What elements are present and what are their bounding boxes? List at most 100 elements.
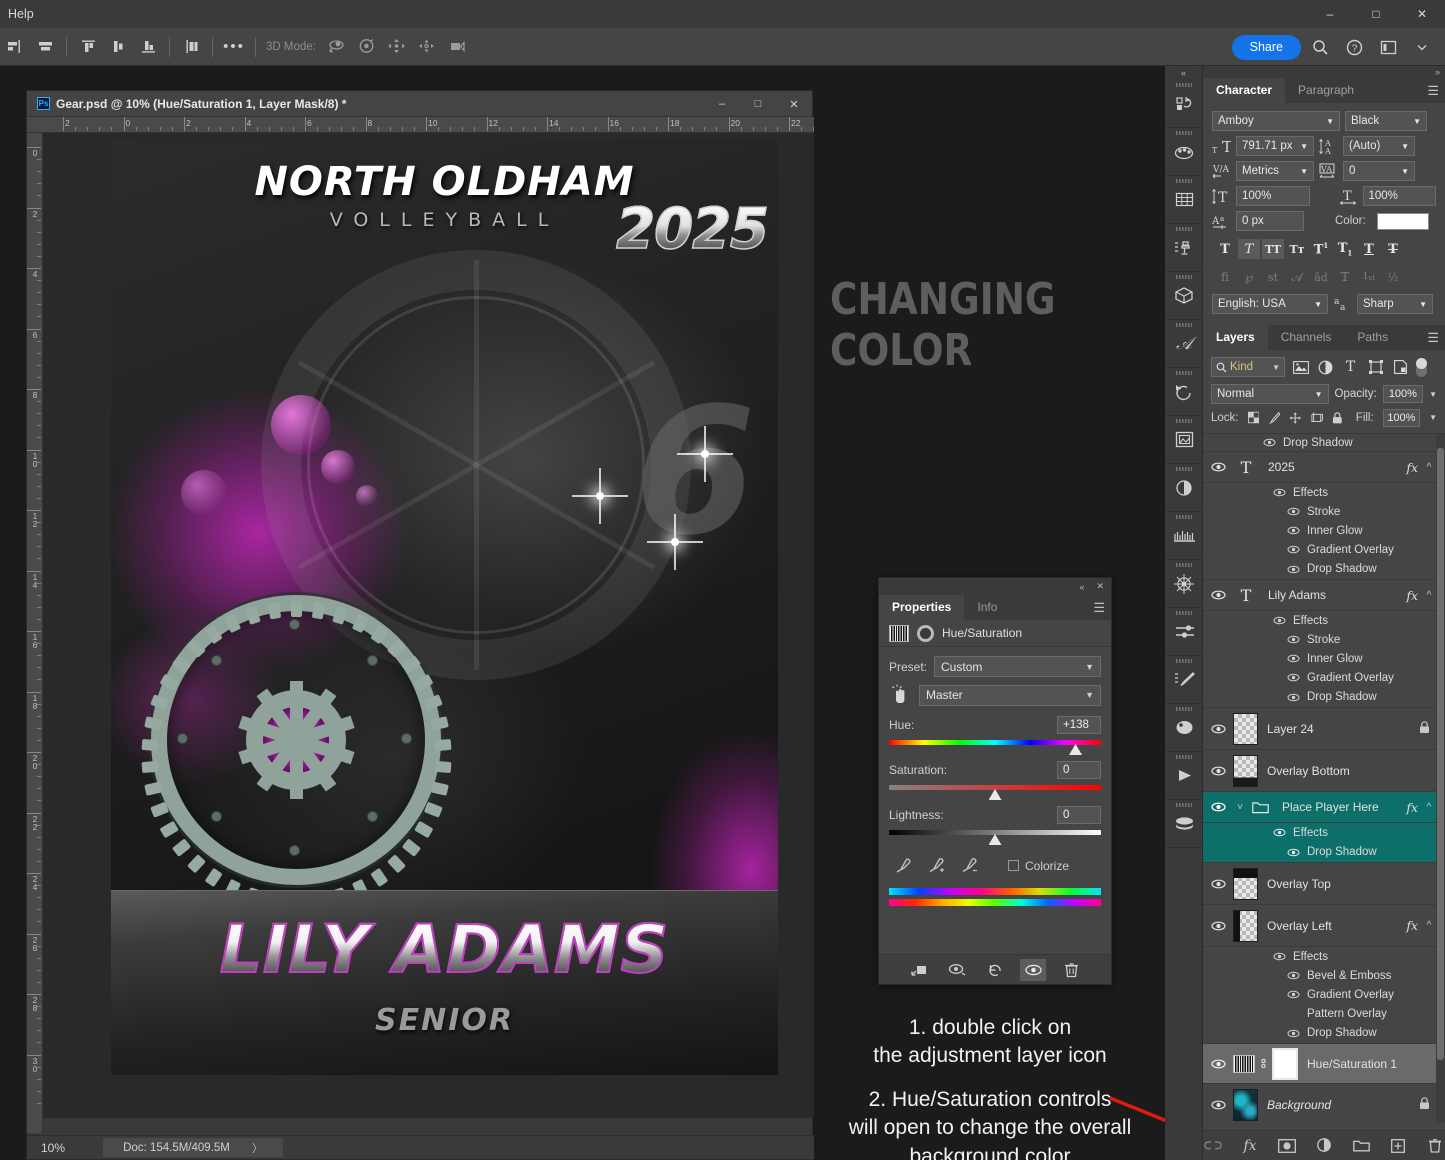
visibility-icon[interactable] [1287, 673, 1300, 682]
scrollbar-thumb[interactable] [1437, 448, 1444, 1060]
close-icon[interactable]: ✕ [1399, 0, 1445, 28]
layer-row-lily-adams[interactable]: T Lily Adams fx ^ [1203, 580, 1445, 611]
font-size-input[interactable]: 791.71 px ▼ [1236, 136, 1314, 156]
orbit-3d-icon[interactable] [322, 34, 352, 60]
swash-button[interactable]: 𝒜 [1286, 267, 1308, 287]
align-bottom-edges-icon[interactable] [133, 34, 163, 60]
visibility-icon[interactable] [1287, 693, 1300, 702]
clone-source-icon[interactable] [1165, 224, 1203, 272]
panel-menu-icon[interactable]: ☰ [1427, 331, 1439, 344]
brush-settings-icon[interactable] [1165, 656, 1203, 704]
chevron-down-icon[interactable]: ˅ [1233, 802, 1247, 813]
visibility-icon[interactable] [1203, 1100, 1233, 1110]
color-icon[interactable] [1165, 704, 1203, 752]
leading-input[interactable]: (Auto) ▼ [1343, 136, 1415, 156]
history-icon[interactable] [1165, 368, 1203, 416]
canvas-area[interactable]: 6 2 2 6 6 4 2 1 50 50 50 [43, 133, 814, 1118]
saturation-slider-knob[interactable] [988, 789, 1002, 800]
tab-paths[interactable]: Paths [1344, 325, 1401, 350]
add-layer-mask-icon[interactable] [1277, 1136, 1297, 1156]
tab-layers[interactable]: Layers [1203, 325, 1268, 350]
layer-name[interactable]: Layer 24 [1267, 722, 1412, 736]
preset-select[interactable]: Custom ▼ [934, 656, 1101, 677]
layer-name[interactable]: Overlay Left [1267, 919, 1406, 933]
saturation-value[interactable]: 0 [1057, 761, 1101, 779]
visibility-icon[interactable] [1263, 438, 1276, 447]
effect-row-gradient-overlay[interactable]: Gradient Overlay [1203, 540, 1445, 559]
oldstyle-button[interactable]: ād [1310, 267, 1332, 287]
visibility-icon[interactable] [1287, 545, 1300, 554]
layer-effect-row[interactable]: Drop Shadow [1203, 434, 1445, 452]
chevron-up-icon[interactable]: ^ [1422, 802, 1436, 813]
filter-shape-icon[interactable] [1366, 358, 1385, 376]
effect-row-pattern-overlay[interactable]: Pattern Overlay [1203, 1004, 1445, 1023]
filter-enable-toggle[interactable] [1416, 357, 1427, 377]
baseline-shift-input[interactable]: 0 px [1236, 211, 1304, 231]
blend-mode-select[interactable]: Normal ▼ [1211, 384, 1329, 404]
strikethrough-button[interactable]: T [1382, 239, 1404, 259]
align-vertical-centers-icon[interactable] [103, 34, 133, 60]
layer-fx-icon[interactable]: fx [1406, 460, 1418, 475]
lock-artboard-icon[interactable] [1311, 411, 1323, 424]
new-layer-icon[interactable] [1388, 1136, 1408, 1156]
effect-row-drop-shadow[interactable]: Drop Shadow [1203, 1023, 1445, 1044]
faux-bold-button[interactable]: T [1214, 239, 1236, 259]
lock-transparent-pixels-icon[interactable] [1247, 411, 1260, 424]
visibility-icon[interactable] [1287, 654, 1300, 663]
visibility-icon[interactable] [1203, 724, 1233, 734]
layer-mask-icon[interactable] [917, 624, 934, 642]
layer-thumbnail[interactable] [1233, 712, 1258, 745]
document-size-info[interactable]: Doc: 154.5M/409.5M 〉 [103, 1138, 283, 1157]
doc-maximize-icon[interactable]: □ [740, 91, 776, 117]
layer-thumbnail[interactable] [1233, 1088, 1258, 1121]
layer-fx-icon[interactable]: fx [1406, 588, 1418, 603]
hue-saturation-adjustment-icon[interactable] [1233, 1054, 1255, 1073]
lightness-slider-track[interactable] [889, 830, 1101, 845]
channel-select[interactable]: Master ▼ [919, 684, 1101, 706]
link-mask-icon[interactable] [1258, 1056, 1269, 1071]
adjustments-icon[interactable] [1165, 464, 1203, 512]
visibility-icon[interactable] [1203, 1059, 1233, 1069]
opacity-value[interactable]: 100% [1382, 385, 1424, 403]
eyedropper-icon[interactable] [895, 857, 912, 874]
link-layers-icon[interactable] [1203, 1136, 1223, 1156]
hue-slider-knob[interactable] [1069, 744, 1083, 755]
lock-image-pixels-icon[interactable] [1268, 411, 1281, 425]
delete-icon[interactable] [1058, 959, 1084, 981]
visibility-icon[interactable] [1287, 990, 1300, 999]
tab-info[interactable]: Info [964, 595, 1010, 620]
visibility-icon[interactable] [1287, 526, 1300, 535]
chevron-up-icon[interactable]: ^ [1422, 590, 1436, 601]
layer-thumbnail[interactable] [1233, 867, 1258, 900]
visibility-icon[interactable] [1287, 848, 1300, 857]
tab-character[interactable]: Character [1203, 78, 1286, 103]
language-select[interactable]: English: USA ▼ [1212, 294, 1328, 314]
visibility-icon[interactable] [1273, 952, 1286, 961]
small-caps-button[interactable]: Tᴛ [1286, 239, 1308, 259]
horizontal-scale-input[interactable]: 100% [1362, 186, 1436, 206]
search-icon[interactable] [1305, 34, 1335, 60]
standard-ligatures-button[interactable]: fi [1214, 267, 1236, 287]
filter-pixel-icon[interactable] [1291, 358, 1310, 376]
visibility-icon[interactable] [1273, 616, 1286, 625]
doc-close-icon[interactable]: ✕ [776, 91, 812, 117]
panel-menu-icon[interactable]: ☰ [1093, 601, 1105, 614]
maximize-icon[interactable]: □ [1353, 0, 1399, 28]
discretionary-ligatures-button[interactable]: st [1262, 267, 1284, 287]
collapse-icon[interactable]: « [1076, 582, 1087, 592]
effects-group-row[interactable]: Effects [1203, 947, 1445, 966]
font-family-select[interactable]: Amboy ▼ [1212, 111, 1340, 131]
effect-row-drop-shadow[interactable]: Drop Shadow [1203, 842, 1445, 863]
add-layer-style-icon[interactable]: fx [1240, 1136, 1260, 1156]
menu-item-help[interactable]: Help [0, 7, 42, 21]
visibility-icon[interactable] [1203, 879, 1233, 889]
measurement-icon[interactable] [1165, 512, 1203, 560]
faux-italic-button[interactable]: T [1238, 239, 1260, 259]
layer-row-hue-saturation-1[interactable]: Hue/Saturation 1 [1203, 1044, 1445, 1084]
saturation-slider-track[interactable] [889, 785, 1101, 800]
slide-3d-icon[interactable] [412, 34, 442, 60]
eyedropper-plus-icon[interactable] [928, 857, 945, 874]
reset-icon[interactable] [982, 959, 1008, 981]
rail-collapse-icon[interactable]: « [1165, 66, 1202, 80]
hue-value[interactable]: +138 [1057, 716, 1101, 734]
